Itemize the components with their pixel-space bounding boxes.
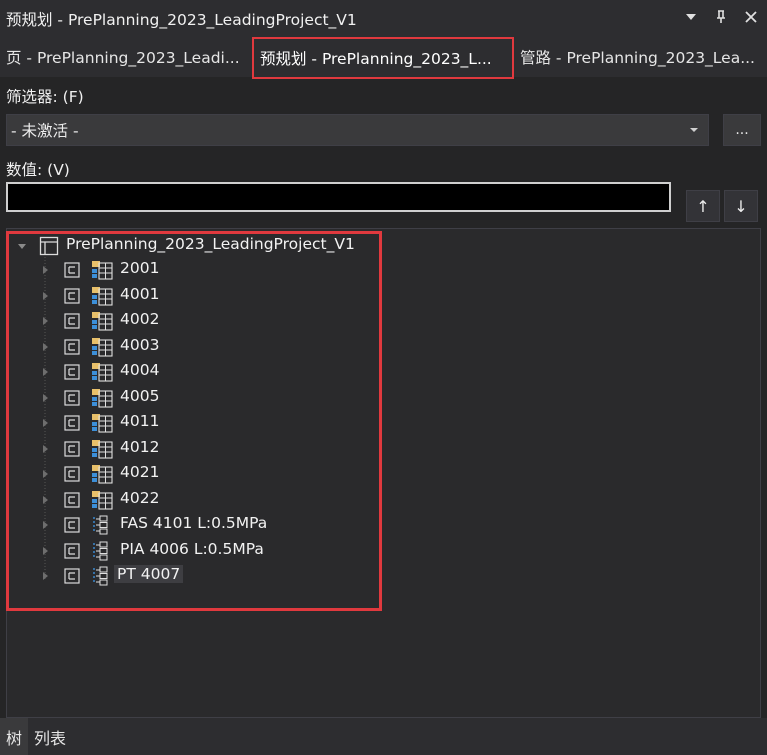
tree-item-label: 2001 xyxy=(120,259,160,277)
grid-icon xyxy=(91,286,113,306)
tree-item[interactable]: 2001 xyxy=(7,258,387,282)
checkbox-icon[interactable] xyxy=(64,542,80,559)
grid-icon xyxy=(91,439,113,459)
pipe-icon xyxy=(91,566,113,586)
grid-icon xyxy=(91,464,113,484)
tab-label: 列表 xyxy=(34,728,67,748)
tree-item[interactable]: 4002 xyxy=(7,309,387,333)
arrow-down-button[interactable]: ↓ xyxy=(724,190,758,222)
tree-item-label: 4021 xyxy=(120,463,160,481)
document-tabs: 页 - PrePlanning_2023_Leadi... 预规划 - PreP… xyxy=(0,37,767,79)
tree-item[interactable]: 4022 xyxy=(7,488,387,512)
checkbox-icon[interactable] xyxy=(64,491,80,508)
grid-icon xyxy=(91,337,113,357)
chevron-right-icon[interactable] xyxy=(40,469,50,479)
tree-item[interactable]: FAS 4101 L:0.5MPa xyxy=(7,513,387,537)
tree-root[interactable]: PrePlanning_2023_LeadingProject_V1 xyxy=(7,234,387,258)
tree-item[interactable]: 4011 xyxy=(7,411,387,435)
checkbox-icon[interactable] xyxy=(64,364,80,380)
filter-dropdown[interactable]: - 未激活 - xyxy=(6,114,709,146)
grid-icon xyxy=(91,413,113,433)
project-icon xyxy=(39,236,61,256)
tree-item[interactable]: 4001 xyxy=(7,284,387,308)
tree-item-label: 4004 xyxy=(120,361,160,379)
value-label: 数值: (V) xyxy=(6,161,70,179)
tab-piping[interactable]: 管路 - PrePlanning_2023_Lea... xyxy=(514,40,767,74)
pipe-icon xyxy=(91,541,113,561)
title-bar: 预规划 - PrePlanning_2023_LeadingProject_V1 xyxy=(0,0,767,37)
chevron-right-icon[interactable] xyxy=(40,291,50,301)
tree-item-label: PT 4007 xyxy=(114,565,184,583)
pin-icon[interactable] xyxy=(713,8,729,26)
tree-root-label: PrePlanning_2023_LeadingProject_V1 xyxy=(66,235,355,253)
tab-label: 管路 - PrePlanning_2023_Lea... xyxy=(520,49,755,67)
checkbox-icon[interactable] xyxy=(64,568,80,584)
filter-value: - 未激活 - xyxy=(11,122,79,140)
tree-item-label: 4002 xyxy=(120,310,160,328)
filter-more-button[interactable]: ... xyxy=(723,114,761,146)
checkbox-icon[interactable] xyxy=(64,415,80,431)
tree-item[interactable]: 4021 xyxy=(7,462,387,486)
tree-item[interactable]: 4012 xyxy=(7,437,387,461)
chevron-right-icon[interactable] xyxy=(40,444,50,454)
chevron-right-icon[interactable] xyxy=(40,265,50,275)
tree-item-label: PIA 4006 L:0.5MPa xyxy=(120,539,264,558)
close-icon[interactable] xyxy=(743,8,759,26)
chevron-down-icon[interactable] xyxy=(680,115,708,145)
arrow-down-icon: ↓ xyxy=(734,196,748,216)
tab-list[interactable]: 列表 xyxy=(28,718,72,755)
tab-label: 树 xyxy=(6,728,23,748)
tree-item-label: 4022 xyxy=(120,488,160,507)
tree-item-label: 4001 xyxy=(120,284,160,303)
checkbox-icon[interactable] xyxy=(64,287,80,304)
tree-item-label: FAS 4101 L:0.5MPa xyxy=(120,514,268,532)
tree-item[interactable]: 4003 xyxy=(7,335,387,359)
chevron-right-icon[interactable] xyxy=(40,546,50,556)
chevron-right-icon[interactable] xyxy=(40,571,50,581)
tree-item[interactable]: 4005 xyxy=(7,386,387,410)
chevron-right-icon[interactable] xyxy=(40,342,50,352)
tree-panel: PrePlanning_2023_LeadingProject_V1 2001 4… xyxy=(6,228,761,718)
checkbox-icon[interactable] xyxy=(64,338,80,355)
window-title: 预规划 - PrePlanning_2023_LeadingProject_V1 xyxy=(6,10,357,29)
dropdown-icon[interactable] xyxy=(683,8,699,26)
arrow-up-icon: ↑ xyxy=(696,196,710,216)
filter-label: 筛选器: (F) xyxy=(6,88,84,106)
checkbox-icon[interactable] xyxy=(64,262,80,278)
grid-icon xyxy=(91,260,113,280)
chevron-right-icon[interactable] xyxy=(40,520,50,530)
grid-icon xyxy=(91,388,113,408)
grid-icon xyxy=(91,362,113,382)
tab-label: 预规划 - PrePlanning_2023_L... xyxy=(260,50,492,68)
tab-tree[interactable]: 树 xyxy=(0,718,29,755)
checkbox-icon[interactable] xyxy=(64,466,80,482)
arrow-up-button[interactable]: ↑ xyxy=(686,190,720,222)
chevron-right-icon[interactable] xyxy=(40,393,50,403)
tree-item-label: 4003 xyxy=(120,335,160,354)
grid-icon xyxy=(91,490,113,510)
checkbox-icon[interactable] xyxy=(64,389,80,406)
bottom-tabs: 树 列表 xyxy=(0,718,767,755)
tree-item-label: 4011 xyxy=(120,412,160,430)
tab-page[interactable]: 页 - PrePlanning_2023_Leadi... xyxy=(0,40,252,74)
checkbox-icon[interactable] xyxy=(64,517,80,533)
tree-item-label: 4012 xyxy=(120,437,160,456)
tab-preplanning[interactable]: 预规划 - PrePlanning_2023_L... xyxy=(252,37,514,79)
chevron-right-icon[interactable] xyxy=(40,418,50,428)
grid-icon xyxy=(91,311,113,331)
tree-item-label: 4005 xyxy=(120,386,160,405)
tree-item[interactable]: PIA 4006 L:0.5MPa xyxy=(7,539,387,563)
tree-item[interactable]: PT 4007 xyxy=(7,564,387,588)
window-controls xyxy=(683,8,759,26)
pipe-icon xyxy=(91,515,113,535)
chevron-right-icon[interactable] xyxy=(40,316,50,326)
tab-label: 页 - PrePlanning_2023_Leadi... xyxy=(6,49,240,67)
chevron-right-icon[interactable] xyxy=(40,367,50,377)
checkbox-icon[interactable] xyxy=(64,313,80,329)
tree-item[interactable]: 4004 xyxy=(7,360,387,384)
value-input[interactable] xyxy=(6,182,671,212)
chevron-right-icon[interactable] xyxy=(40,495,50,505)
expand-icon[interactable] xyxy=(17,241,27,251)
checkbox-icon[interactable] xyxy=(64,440,80,457)
